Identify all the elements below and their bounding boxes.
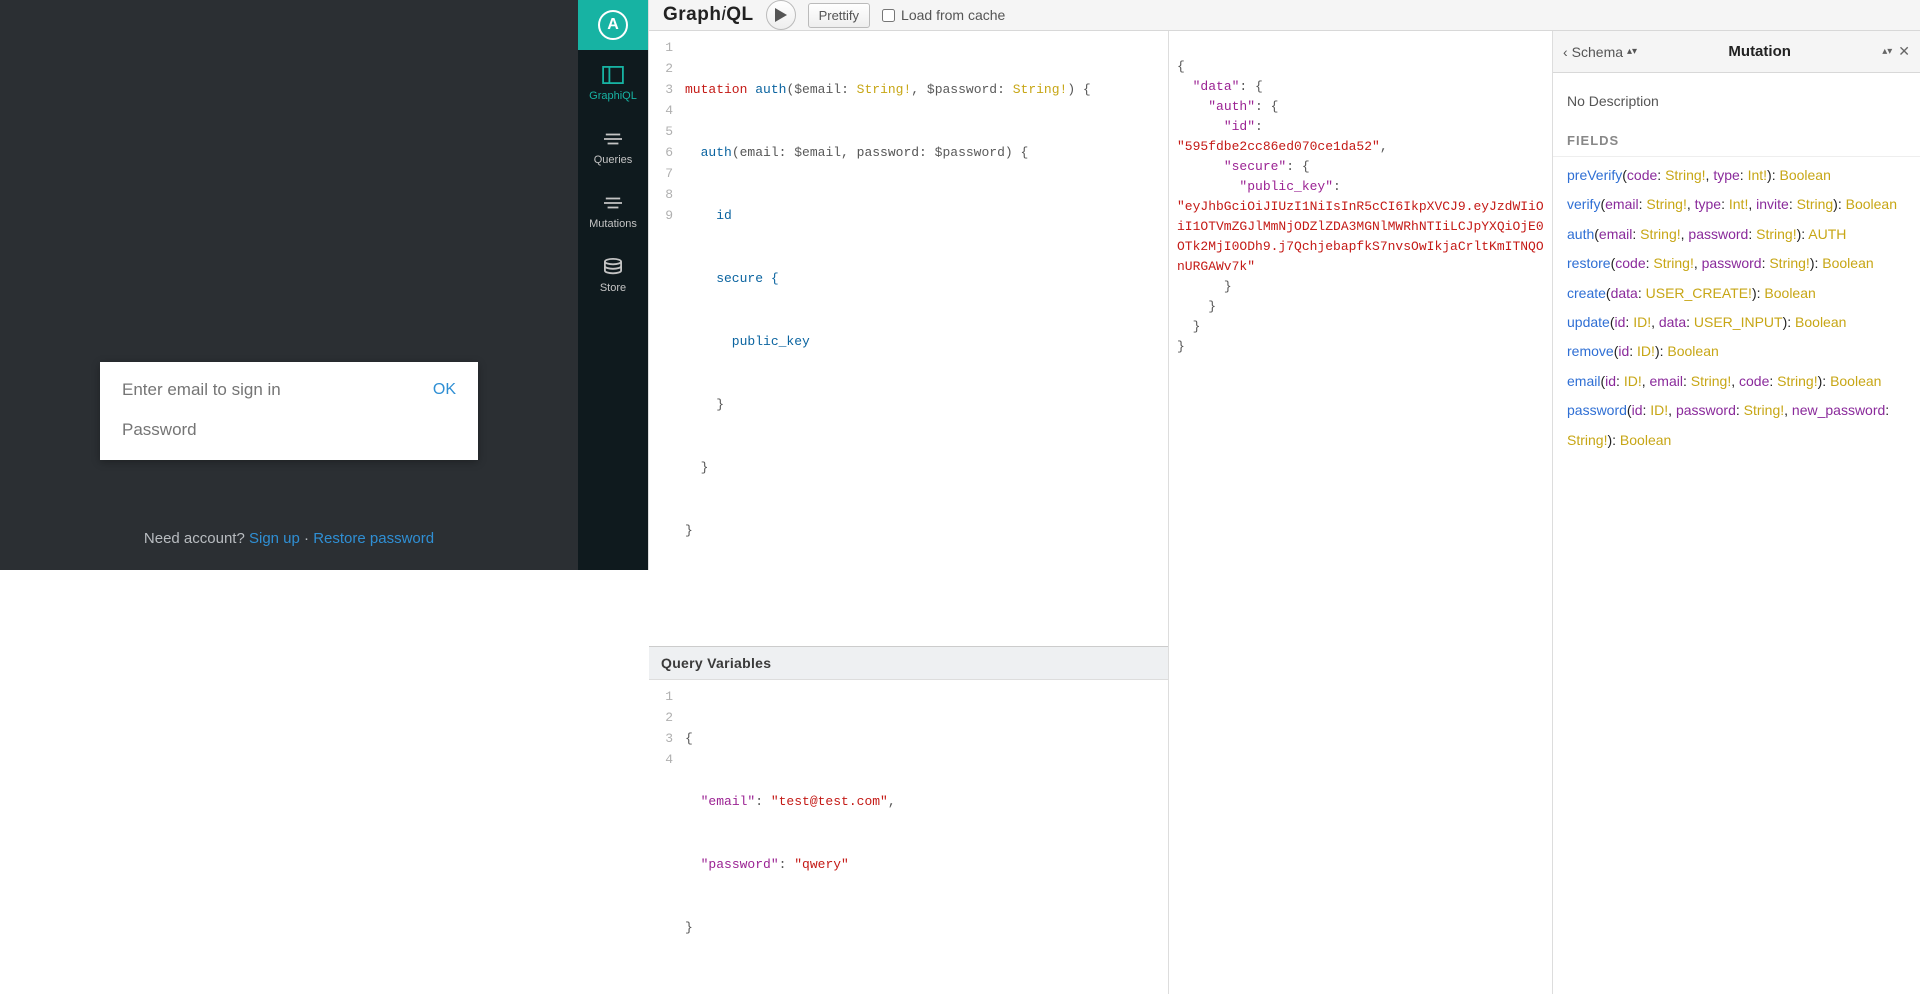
qv-gutter: 1 2 3 4 xyxy=(649,686,681,980)
login-footer: Need account? Sign up · Restore password xyxy=(100,530,478,547)
play-icon xyxy=(775,8,787,22)
database-icon xyxy=(602,258,624,276)
app-logo[interactable]: A xyxy=(578,0,648,50)
qv-code[interactable]: { "email": "test@test.com", "password": … xyxy=(681,686,1168,980)
sidebar: A GraphiQL Queries Mutations Store xyxy=(578,0,648,570)
signup-link[interactable]: Sign up xyxy=(249,530,300,547)
execute-button[interactable] xyxy=(766,0,796,30)
sidebar-item-graphiql[interactable]: GraphiQL xyxy=(578,50,648,114)
docs-field-row[interactable]: auth(email: String!, password: String!):… xyxy=(1567,220,1906,249)
docs-header: ‹ Schema ▴▾ Mutation ▴▾ ✕ xyxy=(1553,31,1920,73)
sidebar-item-store[interactable]: Store xyxy=(578,242,648,306)
query-editor[interactable]: 1 2 3 4 5 6 7 8 9 mutation auth($email: … xyxy=(649,31,1168,646)
panel-icon xyxy=(602,66,624,84)
login-card: OK xyxy=(100,362,478,460)
query-variables-header[interactable]: Query Variables xyxy=(649,646,1168,680)
docs-field-row[interactable]: verify(email: String!, type: Int!, invit… xyxy=(1567,190,1906,219)
query-column: 1 2 3 4 5 6 7 8 9 mutation auth($email: … xyxy=(649,31,1169,994)
login-panel: OK Need account? Sign up · Restore passw… xyxy=(0,0,578,570)
footer-text: Need account? xyxy=(144,530,249,547)
footer-sep: · xyxy=(300,530,313,547)
restore-link[interactable]: Restore password xyxy=(313,530,434,547)
ok-button[interactable]: OK xyxy=(433,381,456,399)
docs-field-row[interactable]: password(id: ID!, password: String!, new… xyxy=(1567,396,1906,455)
list-icon xyxy=(602,194,624,212)
query-variables-editor[interactable]: 1 2 3 4 { "email": "test@test.com", "pas… xyxy=(649,680,1168,994)
sidebar-item-mutations[interactable]: Mutations xyxy=(578,178,648,242)
sort-icon: ▴▾ xyxy=(1627,46,1637,57)
docs-panel: ‹ Schema ▴▾ Mutation ▴▾ ✕ No Description… xyxy=(1552,31,1920,994)
docs-field-row[interactable]: remove(id: ID!): Boolean xyxy=(1567,337,1906,366)
docs-description: No Description xyxy=(1553,73,1920,119)
prettify-button[interactable]: Prettify xyxy=(808,3,870,28)
result-code: { "data": { "auth": { "id": "595fdbe2cc8… xyxy=(1177,37,1544,988)
toolbar: GraphiQL Prettify Load from cache xyxy=(649,0,1920,31)
sidebar-item-label: Queries xyxy=(594,154,633,166)
logo-letter: A xyxy=(598,10,628,40)
sidebar-item-label: GraphiQL xyxy=(589,90,637,102)
app-title: GraphiQL xyxy=(663,4,754,26)
editors-row: 1 2 3 4 5 6 7 8 9 mutation auth($email: … xyxy=(649,31,1920,994)
close-icon[interactable]: ✕ xyxy=(1898,43,1910,60)
docs-field-row[interactable]: email(id: ID!, email: String!, code: Str… xyxy=(1567,367,1906,396)
docs-field-row[interactable]: update(id: ID!, data: USER_INPUT): Boole… xyxy=(1567,308,1906,337)
email-field[interactable] xyxy=(122,380,433,400)
sidebar-item-label: Mutations xyxy=(589,218,637,230)
docs-back-label: Schema xyxy=(1572,44,1623,60)
chevron-left-icon: ‹ xyxy=(1563,44,1568,60)
docs-fields-list: preVerify(code: String!, type: Int!): Bo… xyxy=(1553,157,1920,459)
sidebar-item-label: Store xyxy=(600,282,626,294)
docs-field-row[interactable]: preVerify(code: String!, type: Int!): Bo… xyxy=(1567,161,1906,190)
load-cache-checkbox[interactable] xyxy=(882,9,895,22)
load-cache-toggle[interactable]: Load from cache xyxy=(882,7,1005,23)
password-field[interactable] xyxy=(122,420,456,440)
sort-icon[interactable]: ▴▾ xyxy=(1882,46,1892,57)
graphiql-main: GraphiQL Prettify Load from cache 1 2 3 … xyxy=(648,0,1920,570)
query-gutter: 1 2 3 4 5 6 7 8 9 xyxy=(649,37,681,646)
result-viewer[interactable]: { "data": { "auth": { "id": "595fdbe2cc8… xyxy=(1169,31,1552,994)
sidebar-item-queries[interactable]: Queries xyxy=(578,114,648,178)
docs-title: Mutation xyxy=(1637,43,1882,60)
docs-back-button[interactable]: ‹ Schema ▴▾ xyxy=(1563,44,1637,60)
list-icon xyxy=(602,130,624,148)
docs-field-row[interactable]: create(data: USER_CREATE!): Boolean xyxy=(1567,279,1906,308)
docs-section-heading: FIELDS xyxy=(1553,119,1920,157)
docs-field-row[interactable]: restore(code: String!, password: String!… xyxy=(1567,249,1906,278)
load-cache-label: Load from cache xyxy=(901,7,1005,23)
query-code[interactable]: mutation auth($email: String!, $password… xyxy=(681,37,1168,646)
